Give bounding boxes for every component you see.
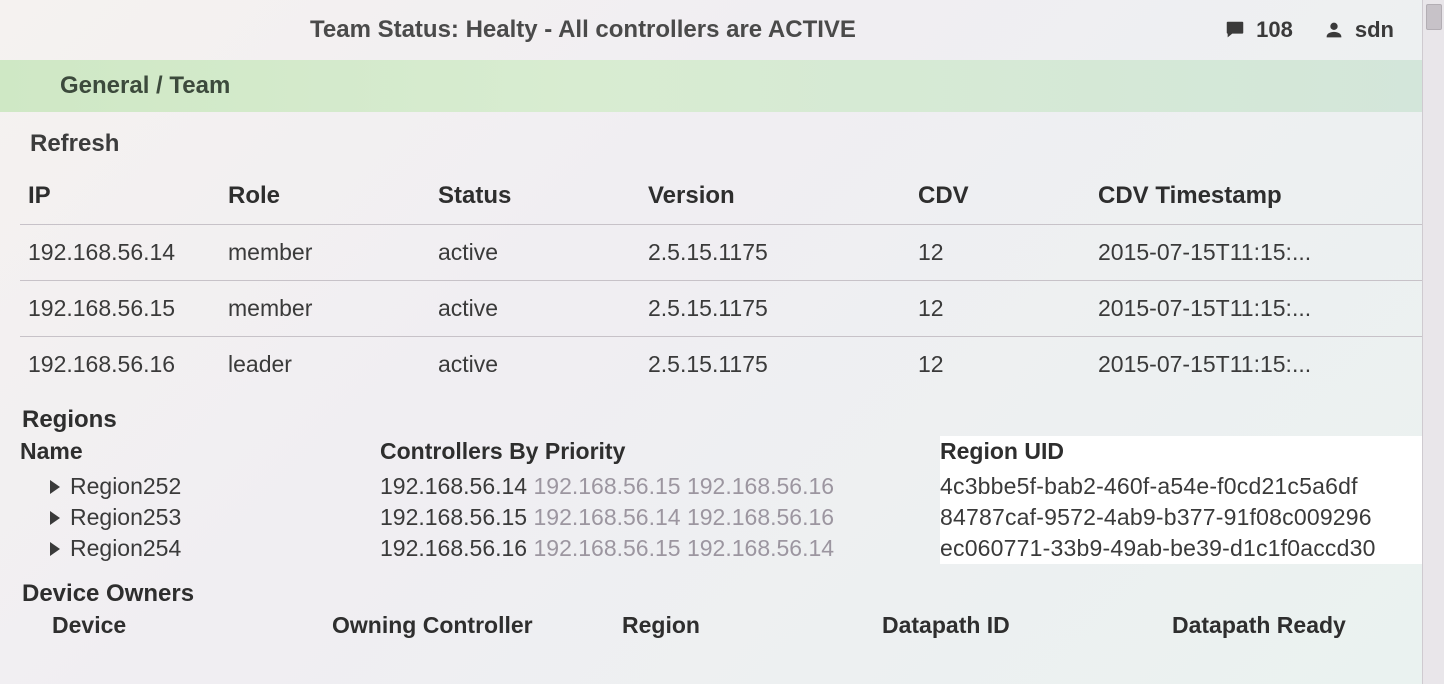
cell-ip: 192.168.56.16 [20, 337, 220, 393]
region-name-label: Region252 [70, 473, 181, 500]
expand-triangle-icon[interactable] [50, 480, 60, 494]
regions-section: Name Controllers By Priority Region UID … [0, 436, 1444, 564]
user-name: sdn [1355, 17, 1394, 43]
cell-cdv: 12 [910, 337, 1090, 393]
controller-ip: 192.168.56.15 [533, 535, 686, 561]
controller-ip: 192.168.56.16 [687, 504, 834, 530]
table-row[interactable]: 192.168.56.16leaderactive2.5.15.11751220… [20, 337, 1434, 393]
device-owners-heading: Device Owners [22, 580, 1424, 608]
cell-version: 2.5.15.1175 [640, 281, 910, 337]
cell-role: member [220, 281, 430, 337]
cell-cdv_ts: 2015-07-15T11:15:... [1090, 337, 1434, 393]
cell-cdv: 12 [910, 225, 1090, 281]
expand-triangle-icon[interactable] [50, 542, 60, 556]
controller-ip: 192.168.56.16 [380, 535, 533, 561]
region-row-name[interactable]: Region252 [20, 471, 380, 502]
cell-role: member [220, 225, 430, 281]
team-status-text: Team Status: Healty - All controllers ar… [20, 16, 1224, 44]
cell-cdv_ts: 2015-07-15T11:15:... [1090, 225, 1434, 281]
expand-triangle-icon[interactable] [50, 511, 60, 525]
region-uid: 84787caf-9572-4ab9-b377-91f08c009296 [940, 502, 1424, 533]
cell-status: active [430, 281, 640, 337]
cell-status: active [430, 337, 640, 393]
controllers-by-priority: 192.168.56.15 192.168.56.14 192.168.56.1… [380, 502, 940, 533]
controller-ip: 192.168.56.15 [533, 473, 686, 499]
cell-version: 2.5.15.1175 [640, 225, 910, 281]
col-header-ready[interactable]: Datapath Ready [1172, 612, 1424, 639]
refresh-button[interactable]: Refresh [0, 112, 149, 172]
region-uid: 4c3bbe5f-bab2-460f-a54e-f0cd21c5a6df [940, 471, 1424, 502]
regions-col-cbp: Controllers By Priority [380, 436, 940, 471]
cell-role: leader [220, 337, 430, 393]
cell-cdv: 12 [910, 281, 1090, 337]
controller-ip: 192.168.56.14 [533, 504, 686, 530]
col-header-dpid[interactable]: Datapath ID [882, 612, 1172, 639]
col-header-ip[interactable]: IP [20, 172, 220, 225]
col-header-owning[interactable]: Owning Controller [332, 612, 622, 639]
cell-cdv_ts: 2015-07-15T11:15:... [1090, 281, 1434, 337]
cell-ip: 192.168.56.15 [20, 281, 220, 337]
table-row[interactable]: 192.168.56.14memberactive2.5.15.11751220… [20, 225, 1434, 281]
regions-heading: Regions [0, 392, 1444, 436]
region-uid: ec060771-33b9-49ab-be39-d1c1f0accd30 [940, 533, 1424, 564]
controllers-by-priority: 192.168.56.14 192.168.56.15 192.168.56.1… [380, 471, 940, 502]
col-header-cdv-ts[interactable]: CDV Timestamp [1090, 172, 1434, 225]
alerts-count: 108 [1256, 17, 1293, 43]
device-owners-section: Device Owners Device Owning Controller R… [0, 564, 1444, 639]
controller-ip: 192.168.56.14 [380, 473, 533, 499]
controllers-table: IP Role Status Version CDV CDV Timestamp… [20, 172, 1434, 392]
controllers-by-priority: 192.168.56.16 192.168.56.15 192.168.56.1… [380, 533, 940, 564]
controllers-header-row: IP Role Status Version CDV CDV Timestamp [20, 172, 1434, 225]
col-header-region[interactable]: Region [622, 612, 882, 639]
cell-ip: 192.168.56.14 [20, 225, 220, 281]
cell-status: active [430, 225, 640, 281]
user-icon [1323, 19, 1345, 41]
controller-ip: 192.168.56.14 [687, 535, 834, 561]
alerts-indicator[interactable]: 108 [1224, 17, 1293, 43]
region-row-name[interactable]: Region254 [20, 533, 380, 564]
table-row[interactable]: 192.168.56.15memberactive2.5.15.11751220… [20, 281, 1434, 337]
user-indicator[interactable]: sdn [1323, 17, 1394, 43]
col-header-status[interactable]: Status [430, 172, 640, 225]
col-header-cdv[interactable]: CDV [910, 172, 1090, 225]
region-name-label: Region253 [70, 504, 181, 531]
regions-col-uid: Region UID [940, 436, 1424, 471]
region-row-name[interactable]: Region253 [20, 502, 380, 533]
regions-col-name: Name [20, 436, 380, 471]
device-owners-header-row: Device Owning Controller Region Datapath… [22, 608, 1424, 639]
topbar-right: 108 sdn [1224, 17, 1424, 43]
col-header-version[interactable]: Version [640, 172, 910, 225]
topbar: Team Status: Healty - All controllers ar… [0, 0, 1444, 60]
controller-ip: 192.168.56.15 [380, 504, 533, 530]
col-header-role[interactable]: Role [220, 172, 430, 225]
vertical-scrollbar[interactable] [1422, 0, 1444, 684]
region-name-label: Region254 [70, 535, 181, 562]
scrollbar-thumb[interactable] [1426, 4, 1442, 30]
cell-version: 2.5.15.1175 [640, 337, 910, 393]
controller-ip: 192.168.56.16 [687, 473, 834, 499]
speech-bubble-icon [1224, 19, 1246, 41]
breadcrumb: General / Team [0, 60, 1444, 112]
col-header-device[interactable]: Device [52, 612, 332, 639]
